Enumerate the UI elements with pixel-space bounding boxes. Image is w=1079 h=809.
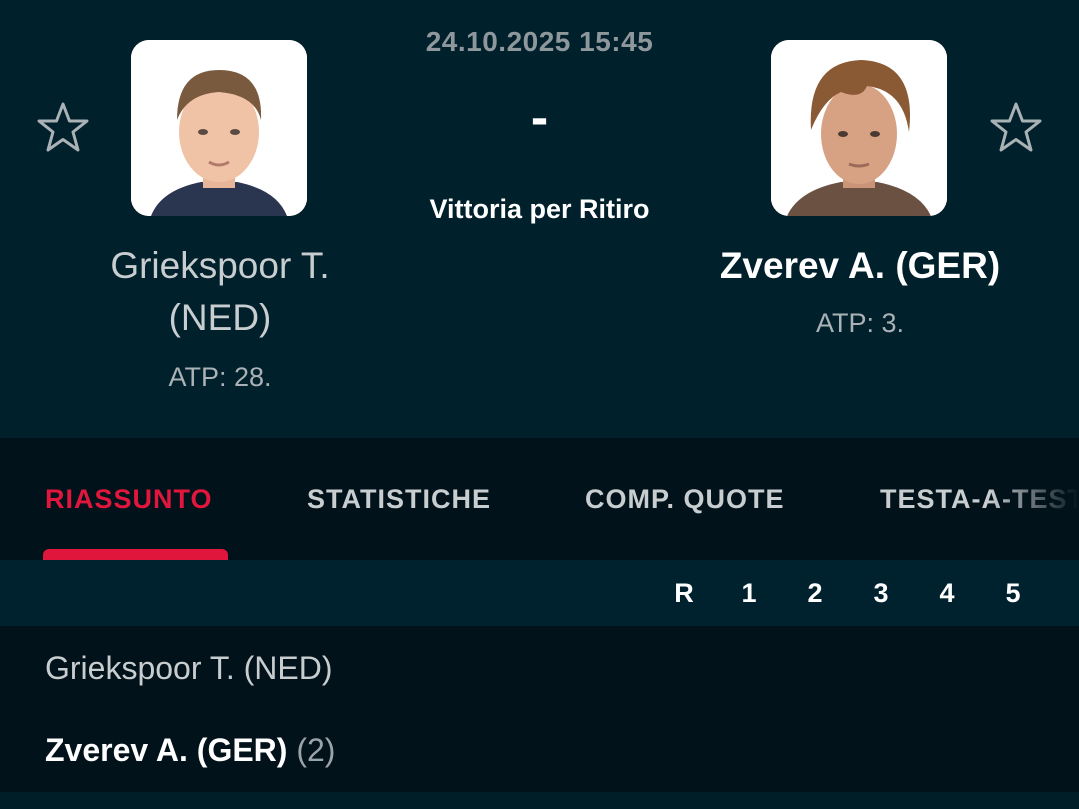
score-row-player2-seed: (2) [296, 732, 336, 768]
favorite-player2-star-icon[interactable] [988, 100, 1044, 156]
col-header-set1: 1 [741, 578, 757, 608]
score-row-player2[interactable]: Zverev A. (GER) (2) [45, 732, 335, 769]
col-header-set3: 3 [873, 578, 889, 608]
score-row-player2-name: Zverev A. (GER) [45, 732, 288, 768]
col-header-set4: 4 [939, 578, 955, 608]
score-row-player1-name: Griekspoor T. (NED) [45, 650, 333, 686]
footer-strip [0, 792, 1079, 809]
player2-name[interactable]: Zverev A. (GER) [680, 240, 1040, 292]
tab-bar-fade [989, 438, 1079, 560]
player1-name-line1: Griekspoor T. [110, 245, 330, 286]
tab-bar: RIASSUNTO STATISTICHE COMP. QUOTE TESTA-… [0, 438, 1079, 560]
col-header-r: R [674, 578, 694, 608]
match-header: 24.10.2025 15:45 - Vittoria per Ritiro G… [0, 0, 1079, 438]
score-table: Griekspoor T. (NED) Zverev A. (GER) (2) [0, 626, 1079, 792]
player2-avatar[interactable] [771, 40, 947, 216]
player1-name[interactable]: Griekspoor T. (NED) [40, 240, 400, 344]
player2-rank: ATP: 3. [815, 308, 905, 338]
tab-riassunto[interactable]: RIASSUNTO [45, 484, 213, 515]
active-tab-indicator [43, 549, 228, 560]
tab-statistiche[interactable]: STATISTICHE [307, 484, 491, 515]
col-header-set5: 5 [1005, 578, 1021, 608]
score-table-header: R 1 2 3 4 5 [0, 560, 1079, 626]
col-header-set2: 2 [807, 578, 823, 608]
player1-rank: ATP: 28. [168, 362, 272, 392]
tab-comp-quote[interactable]: COMP. QUOTE [585, 484, 785, 515]
player1-name-line2: (NED) [168, 297, 272, 338]
score-row-player1[interactable]: Griekspoor T. (NED) [45, 650, 332, 687]
